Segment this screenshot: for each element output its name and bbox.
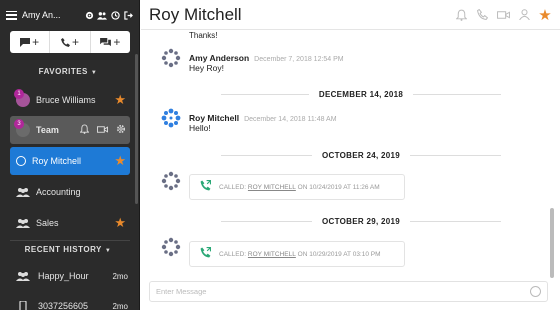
unread-badge: 3: [14, 119, 24, 129]
favorite-item-accounting[interactable]: Accounting: [10, 178, 130, 206]
avatar: [161, 171, 181, 191]
chat-icon: [20, 37, 31, 47]
avatar: [161, 108, 181, 128]
date-separator: OCTOBER 29, 2019: [221, 215, 501, 227]
user-icon[interactable]: [517, 8, 531, 22]
message-composer: [149, 281, 548, 302]
sidebar-scrollbar[interactable]: [135, 54, 138, 204]
message-text: Hey Roy!: [189, 63, 224, 73]
recent-item-phone-number[interactable]: 3037256605 2mo: [10, 296, 134, 310]
favorites-header[interactable]: FAVORITES ▼: [0, 67, 136, 76]
call-contact-link[interactable]: ROY MITCHELL: [248, 184, 296, 191]
message-text: Thanks!: [189, 31, 218, 40]
message-sender: Amy Anderson: [189, 53, 250, 63]
avatar: 1: [14, 89, 30, 107]
action-bar: + + +: [10, 31, 130, 53]
video-icon[interactable]: [496, 8, 510, 22]
gear-icon[interactable]: [84, 10, 94, 20]
call-card: CALLED: ROY MITCHELL ON 10/29/2019 AT 03…: [189, 241, 405, 267]
group-icon: [16, 188, 30, 197]
favorite-item-roy-mitchell[interactable]: Roy Mitchell ★: [10, 147, 130, 175]
favorite-item-team[interactable]: 3 Team: [10, 116, 130, 144]
caret-down-icon: ▼: [90, 70, 98, 76]
message-time: December 14, 2018 11:48 AM: [244, 116, 337, 123]
user-name[interactable]: Amy An...: [22, 10, 79, 20]
gear-icon[interactable]: [116, 124, 126, 136]
message-time: December 7, 2018 12:54 PM: [254, 56, 344, 63]
date-separator-text: OCTOBER 29, 2019: [321, 216, 401, 226]
date-separator: OCTOBER 24, 2019: [221, 149, 501, 161]
favorite-label: Team: [36, 125, 59, 135]
favorites-title: FAVORITES: [38, 67, 88, 76]
conversation-panel: Roy Mitchell ★ Thanks! Amy Anderson Dece…: [141, 0, 560, 310]
sidebar: Amy An... + + + FAVORITES ▼ 1 Bruce Will…: [0, 0, 140, 310]
divider: [10, 240, 130, 241]
phone-icon[interactable]: [475, 8, 489, 22]
avatar: 3: [14, 119, 30, 137]
star-icon[interactable]: ★: [114, 215, 126, 231]
favorite-label: Accounting: [36, 187, 81, 197]
recent-label: 3037256605: [38, 301, 89, 310]
message-text: Hello!: [189, 123, 211, 133]
recent-history-header[interactable]: RECENT HISTORY ▼: [0, 245, 136, 254]
emoji-icon[interactable]: [530, 286, 541, 297]
call-details: ON 10/24/2019 AT 11:26 AM: [297, 183, 380, 191]
group-icon: [16, 219, 30, 228]
bell-icon[interactable]: [454, 8, 468, 22]
star-icon[interactable]: ★: [538, 7, 552, 24]
conversation-header: Roy Mitchell ★: [141, 0, 560, 30]
recent-history-title: RECENT HISTORY: [24, 245, 102, 254]
star-icon[interactable]: ★: [114, 92, 126, 108]
message-input[interactable]: [156, 287, 530, 296]
group-icon: [16, 272, 30, 281]
presence-icon: [16, 156, 26, 166]
caret-down-icon: ▼: [104, 248, 112, 254]
favorite-label: Roy Mitchell: [32, 156, 82, 166]
mobile-phone-icon: [19, 301, 27, 310]
call-prefix: CALLED:: [219, 250, 247, 258]
favorite-label: Bruce Williams: [36, 95, 96, 105]
favorite-item-bruce-williams[interactable]: 1 Bruce Williams ★: [10, 86, 130, 114]
call-prefix: CALLED:: [219, 183, 247, 191]
favorite-item-sales[interactable]: Sales ★: [10, 209, 130, 237]
recent-item-happy-hour[interactable]: Happy_Hour 2mo: [10, 266, 134, 286]
message-list[interactable]: Thanks! Amy Anderson December 7, 2018 12:…: [141, 31, 560, 276]
unread-badge: 1: [14, 89, 24, 99]
outgoing-call-icon: [200, 247, 211, 261]
logout-icon[interactable]: [123, 10, 133, 20]
recent-time: 2mo: [112, 271, 128, 281]
history-icon[interactable]: [110, 10, 120, 20]
avatar: [161, 48, 181, 68]
conversation-title: Roy Mitchell: [149, 4, 242, 24]
recent-label: Happy_Hour: [38, 271, 89, 281]
favorite-label: Sales: [36, 218, 59, 228]
avatar: [161, 237, 181, 257]
phone-icon: [60, 37, 70, 47]
date-separator-text: DECEMBER 14, 2018: [318, 89, 404, 99]
message-scrollbar[interactable]: [550, 208, 554, 278]
sidebar-top-bar: Amy An...: [0, 0, 139, 30]
contacts-icon[interactable]: [97, 10, 107, 20]
message-sender: Roy Mitchell: [189, 113, 240, 123]
recent-time: 2mo: [112, 301, 128, 310]
group-chat-icon: [100, 37, 112, 46]
date-separator-text: OCTOBER 24, 2019: [321, 150, 401, 160]
new-call-button[interactable]: +: [50, 31, 91, 53]
star-icon[interactable]: ★: [114, 153, 126, 169]
call-card: CALLED: ROY MITCHELL ON 10/24/2019 AT 11…: [189, 174, 405, 200]
menu-icon[interactable]: [6, 10, 17, 20]
call-details: ON 10/29/2019 AT 03:10 PM: [297, 250, 381, 258]
video-icon[interactable]: [97, 125, 108, 136]
new-group-button[interactable]: +: [91, 31, 130, 53]
new-message-button[interactable]: +: [10, 31, 51, 53]
outgoing-call-icon: [200, 180, 211, 194]
bell-icon[interactable]: [79, 124, 90, 136]
call-contact-link[interactable]: ROY MITCHELL: [248, 251, 296, 258]
date-separator: DECEMBER 14, 2018: [221, 88, 501, 100]
